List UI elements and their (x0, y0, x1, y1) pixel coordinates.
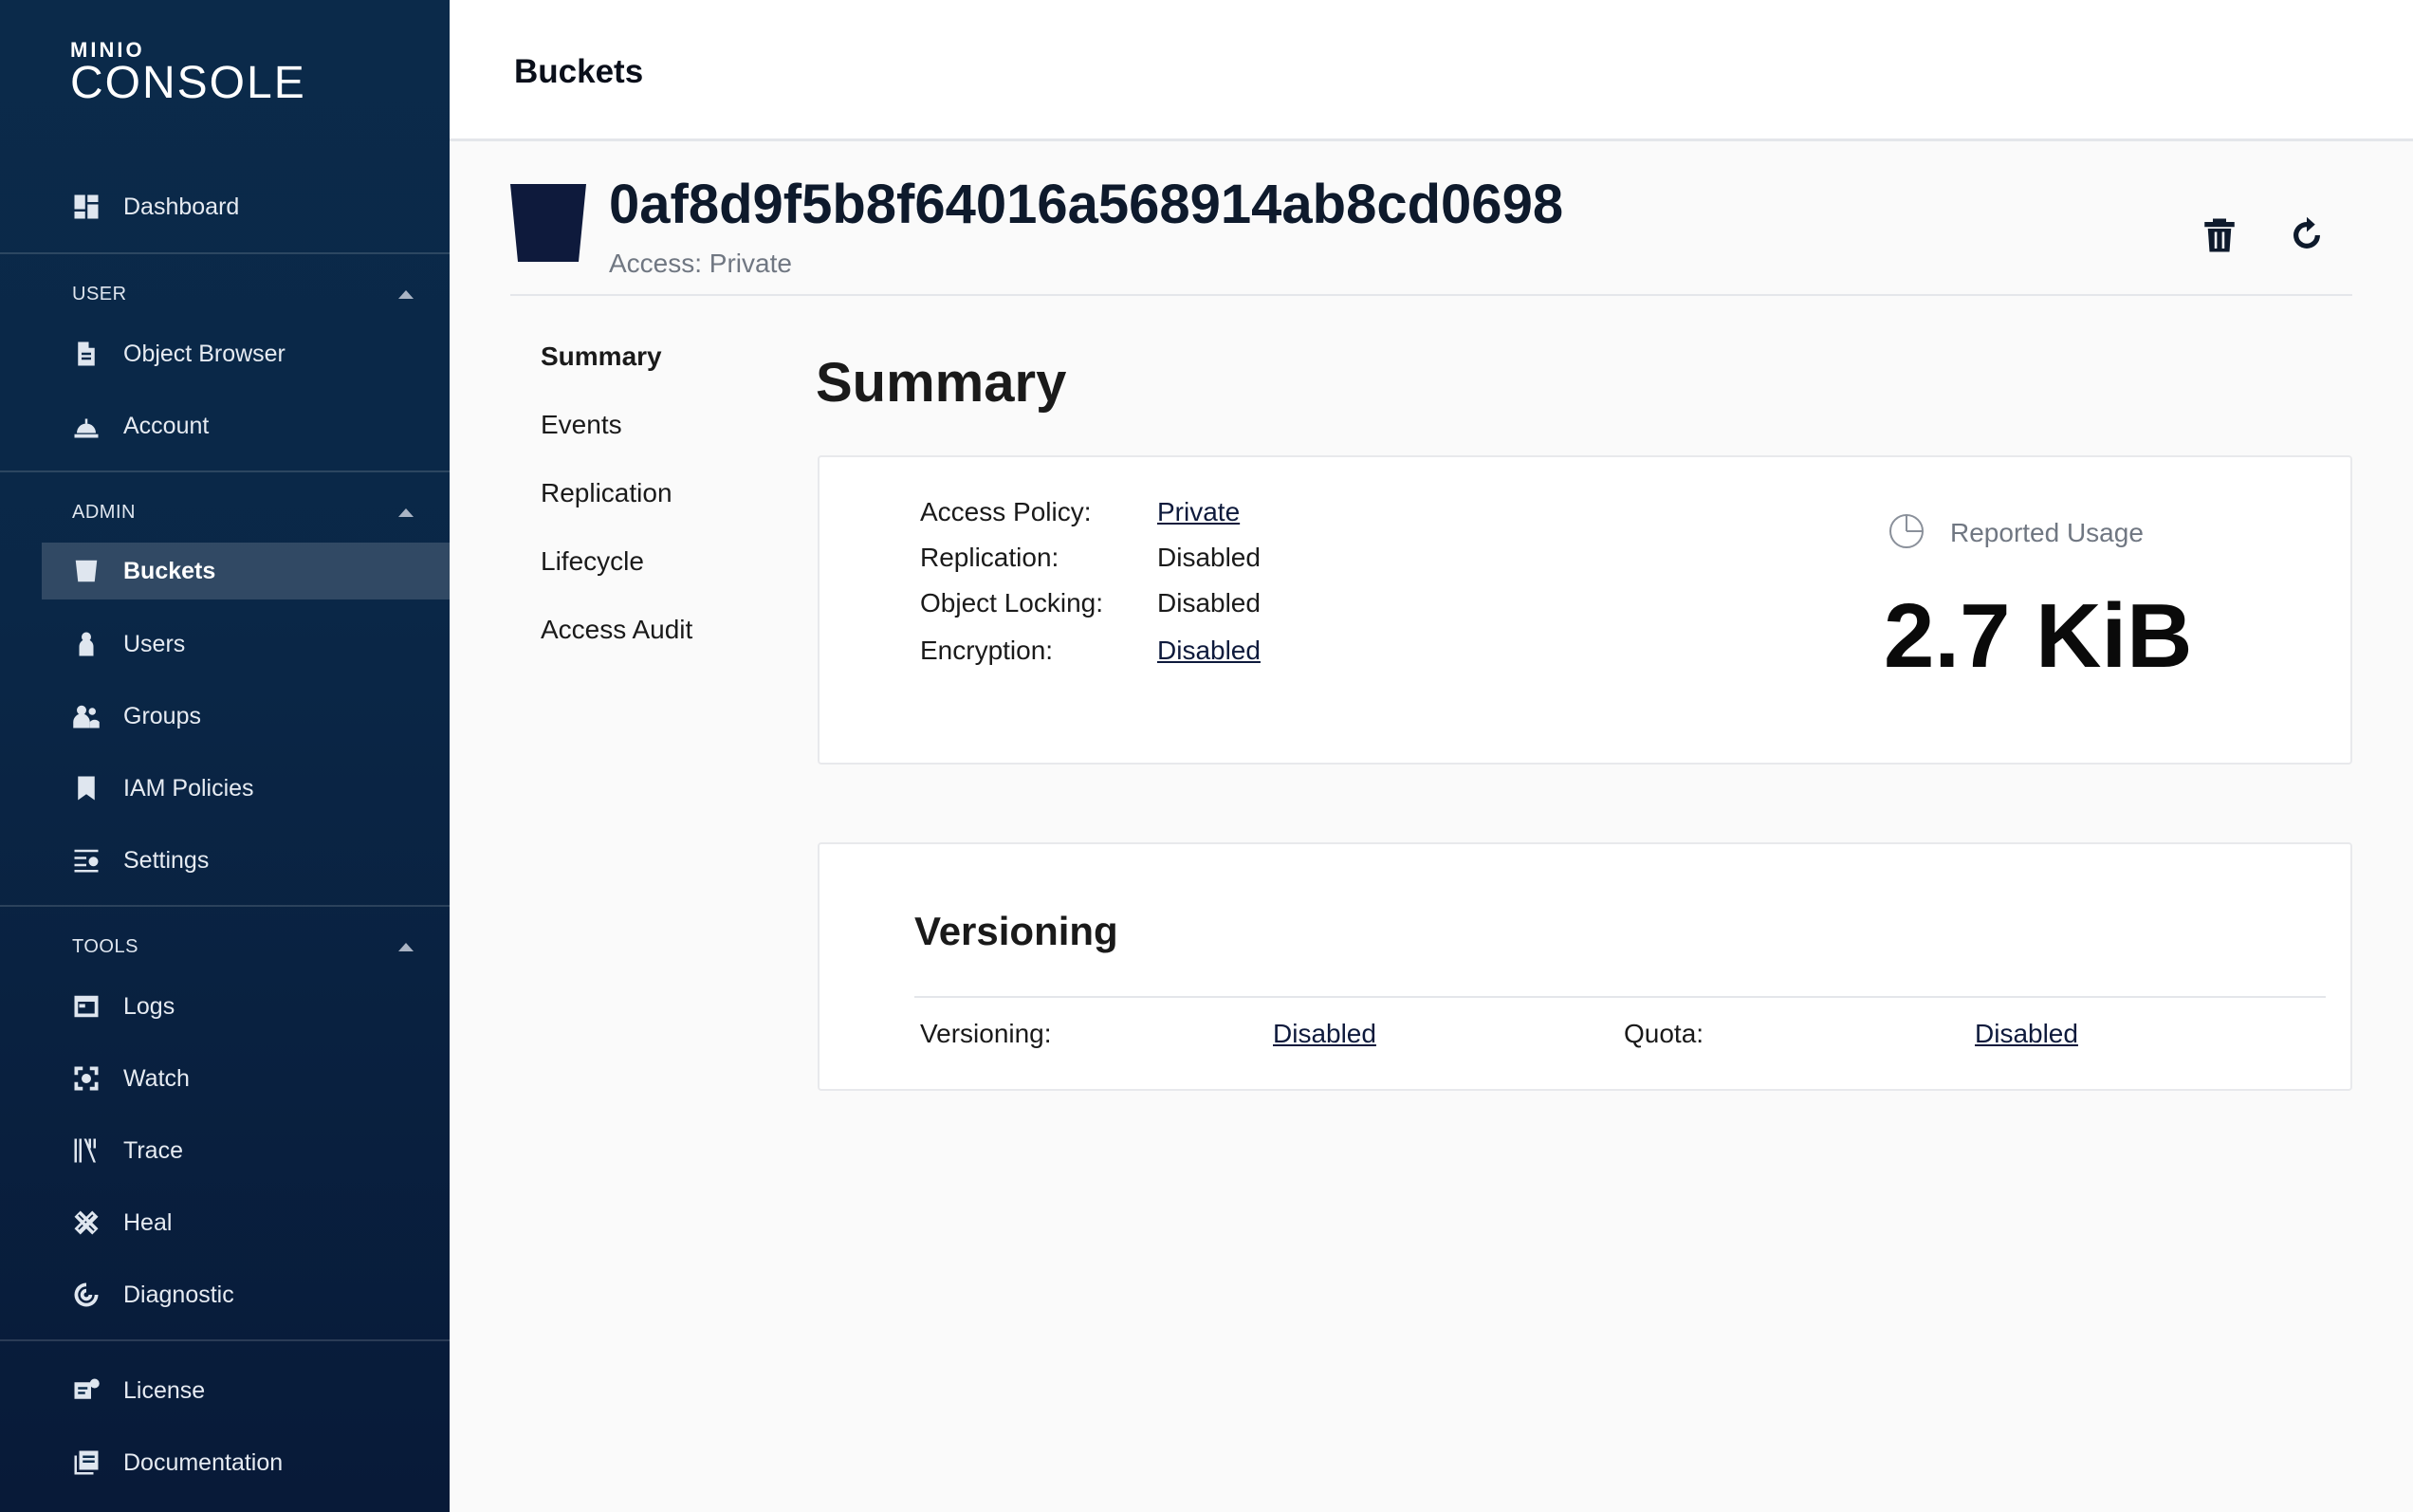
sidebar-item-settings[interactable]: Settings (42, 832, 450, 889)
sidebar-divider (0, 252, 450, 254)
sidebar-item-documentation[interactable]: Documentation (42, 1434, 450, 1491)
sidebar-item-logs[interactable]: Logs (42, 978, 450, 1035)
sidebar-divider (0, 470, 450, 472)
pie-chart-icon (1889, 514, 1924, 548)
sidebar-item-license[interactable]: License (42, 1362, 450, 1419)
tab-summary[interactable]: Summary (541, 341, 662, 372)
sidebar-item-object-browser[interactable]: Object Browser (42, 325, 450, 382)
user-icon (70, 628, 102, 660)
sidebar-item-label: Diagnostic (123, 1281, 234, 1308)
sidebar-item-label: Buckets (123, 557, 216, 584)
object-locking-value: Disabled (1157, 588, 1261, 618)
collapse-caret-icon (398, 507, 414, 517)
sidebar-item-groups[interactable]: Groups (42, 688, 450, 745)
sidebar-divider (0, 1339, 450, 1341)
tab-lifecycle[interactable]: Lifecycle (541, 546, 644, 577)
sidebar-item-label: Settings (123, 846, 210, 874)
section-label: USER (72, 283, 127, 304)
bookmark-icon (70, 772, 102, 804)
section-header-user[interactable]: USER (72, 275, 414, 313)
access-policy-link[interactable]: Private (1157, 497, 1240, 527)
refresh-button[interactable] (2280, 209, 2333, 262)
sidebar-item-label: Users (123, 630, 186, 657)
summary-title: Summary (816, 352, 1067, 414)
sidebar-item-label: Heal (123, 1208, 173, 1236)
bucket-header: 0af8d9f5b8f64016a568914ab8cd0698 Access:… (510, 171, 2352, 296)
bucket-name: 0af8d9f5b8f64016a568914ab8cd0698 (609, 174, 1564, 235)
watch-icon (70, 1062, 102, 1095)
settings-icon (70, 844, 102, 876)
sidebar-item-watch[interactable]: Watch (42, 1050, 450, 1107)
section-label: TOOLS (72, 935, 138, 957)
documentation-icon (70, 1447, 102, 1479)
tab-events[interactable]: Events (541, 410, 622, 440)
dashboard-icon (70, 191, 102, 223)
sidebar: MINIO CONSOLE Dashboard USER Object Brow… (0, 0, 450, 1512)
versioning-link[interactable]: Disabled (1273, 1019, 1376, 1049)
sidebar-item-iam-policies[interactable]: IAM Policies (42, 760, 450, 817)
sidebar-item-users[interactable]: Users (42, 616, 450, 673)
window-icon (70, 990, 102, 1023)
section-header-admin[interactable]: ADMIN (72, 493, 414, 531)
diagnostic-icon (70, 1279, 102, 1311)
summary-card: Access Policy: Private Replication: Disa… (818, 455, 2352, 765)
object-locking-label: Object Locking: (920, 588, 1103, 618)
sidebar-item-label: Dashboard (123, 193, 240, 220)
sidebar-item-label: Object Browser (123, 340, 286, 367)
replication-value: Disabled (1157, 543, 1261, 572)
collapse-caret-icon (398, 289, 414, 299)
section-label: ADMIN (72, 501, 136, 523)
sidebar-item-label: IAM Policies (123, 774, 254, 802)
page-title: Buckets (514, 53, 644, 90)
trace-icon (70, 1134, 102, 1167)
sidebar-item-label: Trace (123, 1136, 183, 1164)
versioning-title: Versioning (914, 909, 1118, 953)
document-icon (70, 338, 102, 370)
license-icon (70, 1374, 102, 1407)
group-icon (70, 700, 102, 732)
logo-bottom: CONSOLE (70, 58, 306, 108)
sidebar-item-account[interactable]: Account (42, 397, 450, 454)
sidebar-item-trace[interactable]: Trace (42, 1122, 450, 1179)
sidebar-item-label: Account (123, 412, 210, 439)
encryption-link[interactable]: Disabled (1157, 636, 1261, 666)
sidebar-item-label: Documentation (123, 1448, 284, 1476)
tab-replication[interactable]: Replication (541, 478, 672, 508)
quota-label: Quota: (1624, 1019, 1704, 1048)
versioning-card: Versioning Versioning: Disabled Quota: D… (818, 842, 2352, 1091)
reported-usage-label: Reported Usage (1950, 518, 2144, 547)
sidebar-item-label: License (123, 1376, 206, 1404)
delete-bucket-button[interactable] (2193, 209, 2246, 262)
sidebar-item-label: Watch (123, 1064, 190, 1092)
access-policy-label: Access Policy: (920, 497, 1092, 526)
trash-icon (2204, 218, 2235, 252)
quota-link[interactable]: Disabled (1975, 1019, 2078, 1049)
tab-access-audit[interactable]: Access Audit (541, 615, 692, 645)
refresh-icon (2293, 216, 2320, 249)
heal-icon (70, 1207, 102, 1239)
sidebar-item-buckets[interactable]: Buckets (42, 543, 450, 599)
sidebar-item-dashboard[interactable]: Dashboard (42, 178, 450, 235)
bucket-icon (510, 184, 586, 267)
minio-console-logo[interactable]: MINIO CONSOLE (70, 40, 306, 106)
encryption-label: Encryption: (920, 636, 1054, 665)
collapse-caret-icon (398, 942, 414, 951)
bell-icon (70, 410, 102, 442)
section-header-tools[interactable]: TOOLS (72, 928, 414, 966)
versioning-label: Versioning: (920, 1019, 1052, 1048)
versioning-divider (914, 996, 2326, 998)
bucket-access: Access: Private (609, 249, 792, 278)
reported-usage-value: 2.7 KiB (1884, 585, 2193, 687)
top-bar: Buckets (450, 0, 2413, 141)
sidebar-item-heal[interactable]: Heal (42, 1194, 450, 1251)
sidebar-divider (0, 905, 450, 907)
replication-label: Replication: (920, 543, 1059, 572)
sidebar-item-label: Groups (123, 702, 201, 729)
sidebar-item-diagnostic[interactable]: Diagnostic (42, 1266, 450, 1323)
bucket-icon (70, 555, 102, 587)
sidebar-item-label: Logs (123, 992, 175, 1020)
